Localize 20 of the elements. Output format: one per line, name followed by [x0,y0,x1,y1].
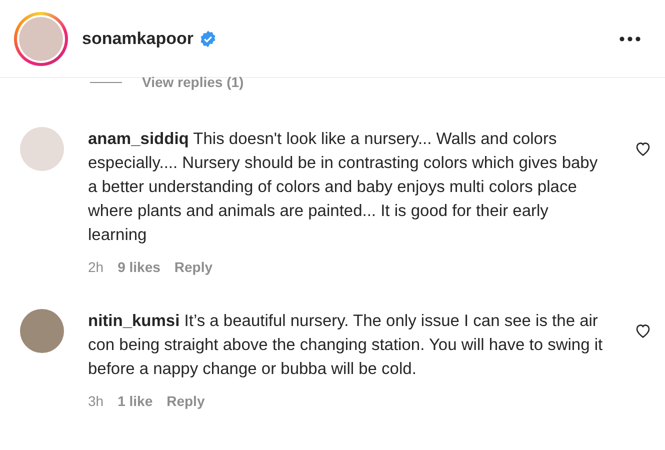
comment-text: anam_siddiq This doesn't look like a nursery... Walls and colors especially.... Nursery should be in contrasting colors which gives baby a better understanding of colors and baby enjoys multi colors place where plants and animals are painted... It is good for their early learning [88,129,599,246]
avatar-placeholder[interactable] [20,309,64,353]
comment-username[interactable]: nitin_kumsi [88,312,180,330]
profile-username[interactable]: sonamkapoor [82,28,194,48]
likes-count-button[interactable]: 9 likes [118,259,160,275]
view-replies-link[interactable]: View replies (1) [142,74,244,90]
comment-username[interactable]: anam_siddiq [88,130,189,148]
reply-button[interactable]: Reply [166,393,205,409]
likes-count-button[interactable]: 1 like [118,393,153,409]
like-heart-button[interactable] [635,141,651,157]
comment-time: 3h [88,393,104,409]
story-ring-avatar[interactable] [14,12,68,66]
like-heart-button[interactable] [635,323,651,339]
reply-button[interactable]: Reply [174,259,213,275]
comment-text: nitin_kumsi It’s a beautiful nursery. The only issue I can see is the air con being straight above the changing station. You will have to swing it before a nappy change or bubba will be cold. [88,311,603,380]
photo-placeholder [19,16,63,60]
heart-icon [635,141,651,156]
heart-icon [635,323,651,338]
comment-time: 2h [88,259,104,275]
more-dots-icon [619,36,641,42]
